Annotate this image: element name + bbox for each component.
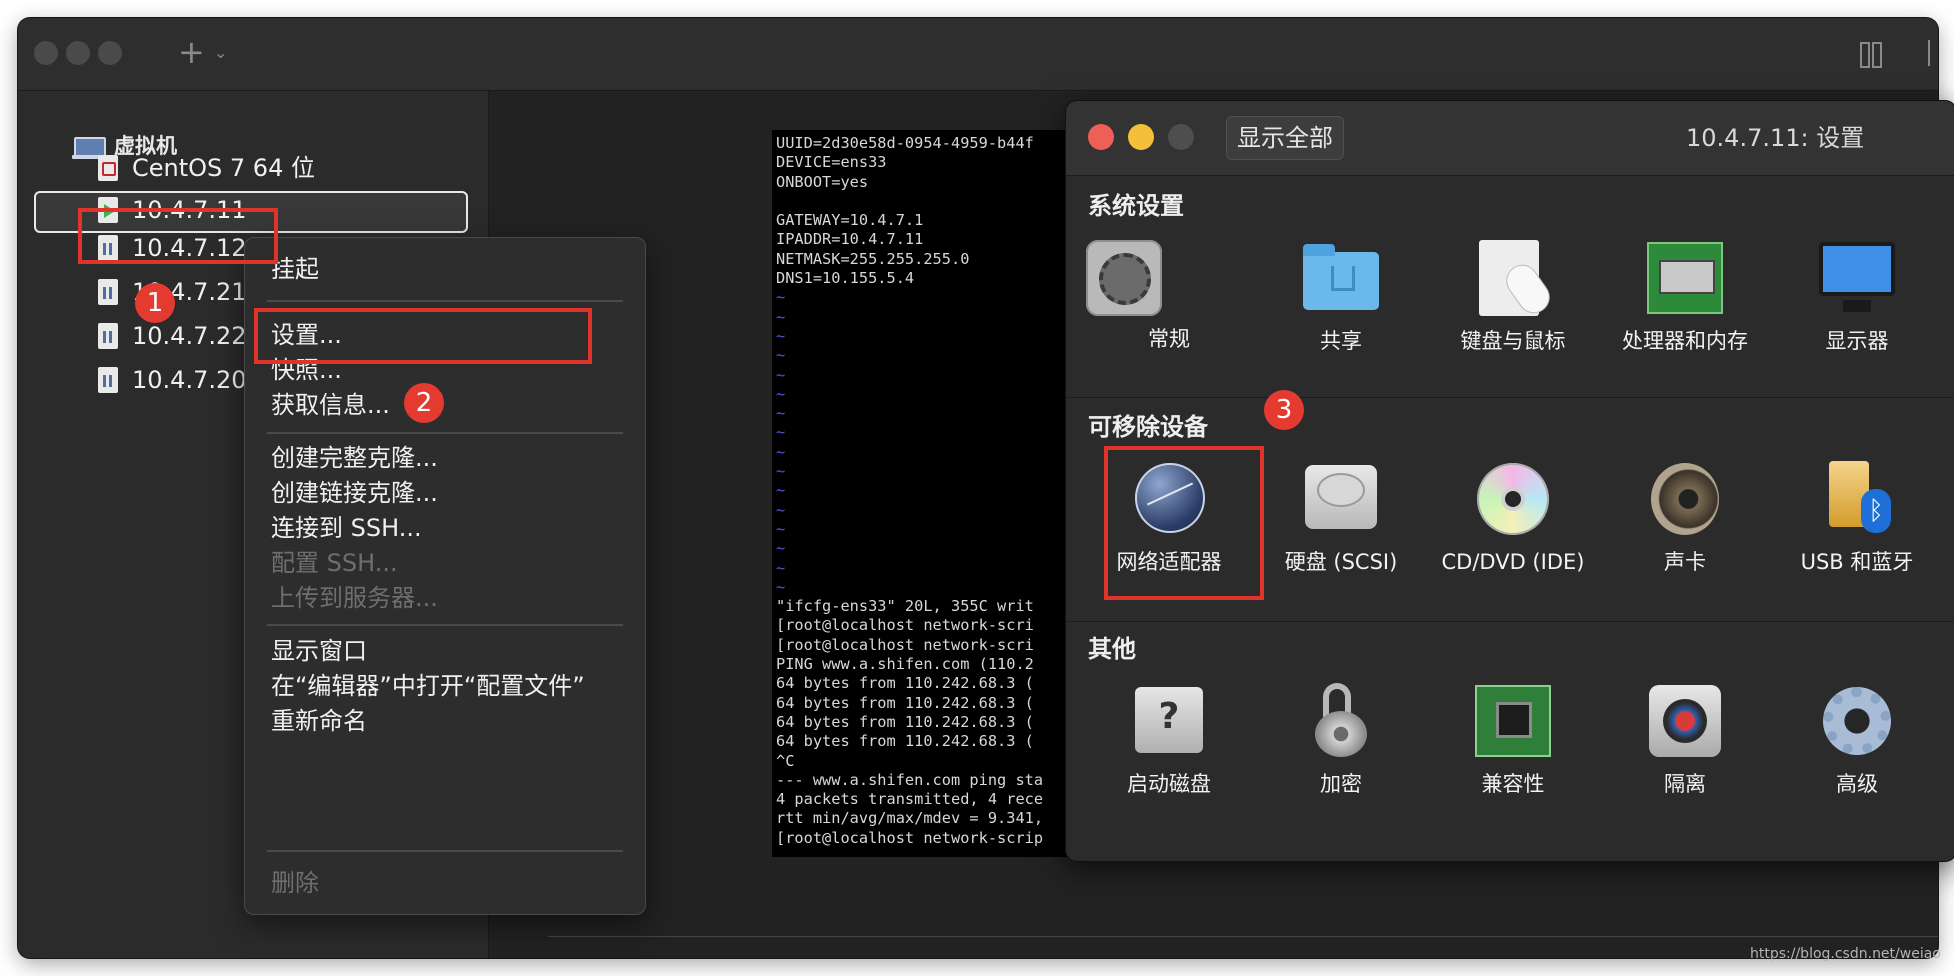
pref-label: 常规 [1148, 327, 1190, 351]
watermark: https://blog.csdn.net/weiao [1750, 946, 1941, 962]
pref-encryption[interactable]: 加密 [1256, 681, 1426, 799]
pref-label: 声卡 [1664, 550, 1706, 574]
toolbar-edge-icon[interactable] [1928, 40, 1938, 66]
usb-bluetooth-icon: ᛒ [1817, 459, 1897, 539]
shared-folder-icon [1301, 238, 1381, 318]
menu-item-delete: 删除 [271, 869, 319, 897]
menu-separator [267, 300, 623, 302]
pref-sound-card[interactable]: 声卡 [1600, 459, 1770, 577]
pref-label: 高级 [1836, 772, 1878, 796]
pref-display[interactable]: 显示器 [1772, 238, 1942, 356]
pref-startup-disk[interactable]: ? 启动磁盘 [1084, 681, 1254, 799]
paused-vm-icon [98, 323, 118, 349]
vm-label: 10.4.7.200 [132, 366, 262, 394]
menu-item-show-window[interactable]: 显示窗口 [271, 634, 367, 668]
settings-title: 10.4.7.11: 设置 [1686, 124, 1865, 152]
settings-title-bar: 显示全部 10.4.7.11: 设置 [1066, 101, 1954, 176]
cd-dvd-icon [1473, 459, 1553, 539]
startup-disk-icon: ? [1129, 681, 1209, 761]
menu-item-suspend[interactable]: 挂起 [271, 252, 319, 286]
vm-label: 10.4.7.22 [132, 322, 247, 350]
pref-compatibility[interactable]: 兼容性 [1428, 681, 1598, 799]
sidebar-item-centos[interactable]: CentOS 7 64 位 [98, 151, 398, 185]
section-title: 其他 [1088, 635, 1136, 663]
annotation-badge-1: 1 [135, 283, 175, 323]
menu-item-upload-to-server: 上传到服务器... [271, 584, 438, 612]
pref-label: CD/DVD (IDE) [1441, 550, 1585, 574]
menu-item-open-config-in-editor[interactable]: 在“编辑器”中打开“配置文件” [271, 669, 585, 703]
keyboard-mouse-icon [1473, 238, 1555, 319]
pref-label: 处理器和内存 [1622, 329, 1748, 353]
centos-vm-icon [98, 155, 118, 181]
add-vm-icon[interactable]: + [178, 32, 205, 72]
pref-hard-disk[interactable]: 硬盘 (SCSI) [1256, 459, 1426, 577]
pref-label: 显示器 [1825, 329, 1889, 353]
compatibility-icon [1473, 681, 1553, 761]
annotation-box-settings [254, 308, 592, 364]
title-bar: + ⌄ [18, 18, 1938, 91]
hard-disk-icon [1301, 459, 1381, 539]
zoom-window-button[interactable] [98, 41, 122, 65]
close-window-button[interactable] [34, 41, 58, 65]
pref-sharing[interactable]: 共享 [1256, 238, 1426, 356]
pref-cd-dvd[interactable]: CD/DVD (IDE) [1428, 459, 1598, 577]
pref-keyboard-mouse[interactable]: 键盘与鼠标 [1428, 238, 1598, 356]
pref-label: 加密 [1320, 772, 1362, 796]
menu-item-linked-clone[interactable]: 创建链接克隆... [271, 476, 438, 510]
pause-icon[interactable] [1858, 40, 1886, 68]
pref-label: USB 和蓝牙 [1800, 550, 1914, 574]
show-all-button[interactable]: 显示全部 [1226, 116, 1344, 160]
section-title: 系统设置 [1088, 192, 1184, 220]
menu-item-connect-ssh[interactable]: 连接到 SSH... [271, 511, 422, 545]
annotation-badge-2: 2 [404, 383, 444, 423]
chevron-down-icon[interactable]: ⌄ [214, 38, 227, 68]
divider [548, 936, 1938, 937]
menu-separator [267, 850, 623, 852]
advanced-icon [1817, 681, 1897, 761]
pref-label: 隔离 [1664, 772, 1706, 796]
annotation-badge-3: 3 [1264, 390, 1304, 430]
annotation-box-vm [78, 208, 278, 264]
isolation-icon [1645, 681, 1725, 761]
encryption-icon [1301, 681, 1381, 761]
menu-separator [267, 432, 623, 434]
close-settings-button[interactable] [1088, 124, 1114, 150]
menu-item-full-clone[interactable]: 创建完整克隆... [271, 441, 438, 475]
menu-item-rename[interactable]: 重新命名 [271, 704, 367, 738]
sound-card-icon [1645, 459, 1725, 539]
section-title: 可移除设备 [1088, 413, 1208, 441]
pref-general[interactable]: 常规 [1084, 238, 1254, 354]
minimize-settings-button[interactable] [1128, 124, 1154, 150]
paused-vm-icon [98, 279, 118, 305]
pref-label: 兼容性 [1481, 772, 1545, 796]
annotation-box-network-adapter [1104, 446, 1264, 600]
minimize-window-button[interactable] [66, 41, 90, 65]
pref-isolation[interactable]: 隔离 [1600, 681, 1770, 799]
zoom-settings-button[interactable] [1168, 124, 1194, 150]
pref-processor-memory[interactable]: 处理器和内存 [1600, 238, 1770, 356]
menu-separator [267, 624, 623, 626]
general-icon [1086, 240, 1162, 316]
menu-item-get-info[interactable]: 获取信息... [271, 388, 390, 422]
pref-label: 共享 [1320, 329, 1362, 353]
menu-item-configure-ssh: 配置 SSH... [271, 549, 398, 577]
vm-label: CentOS 7 64 位 [132, 154, 315, 182]
pref-usb-bluetooth[interactable]: ᛒ USB 和蓝牙 [1772, 459, 1942, 577]
pref-label: 键盘与鼠标 [1460, 329, 1566, 353]
pref-label: 硬盘 (SCSI) [1284, 550, 1398, 574]
pref-label: 启动磁盘 [1127, 772, 1211, 796]
processor-memory-icon [1645, 238, 1725, 318]
pref-advanced[interactable]: 高级 [1772, 681, 1942, 799]
paused-vm-icon [98, 367, 118, 393]
display-icon [1817, 238, 1897, 318]
